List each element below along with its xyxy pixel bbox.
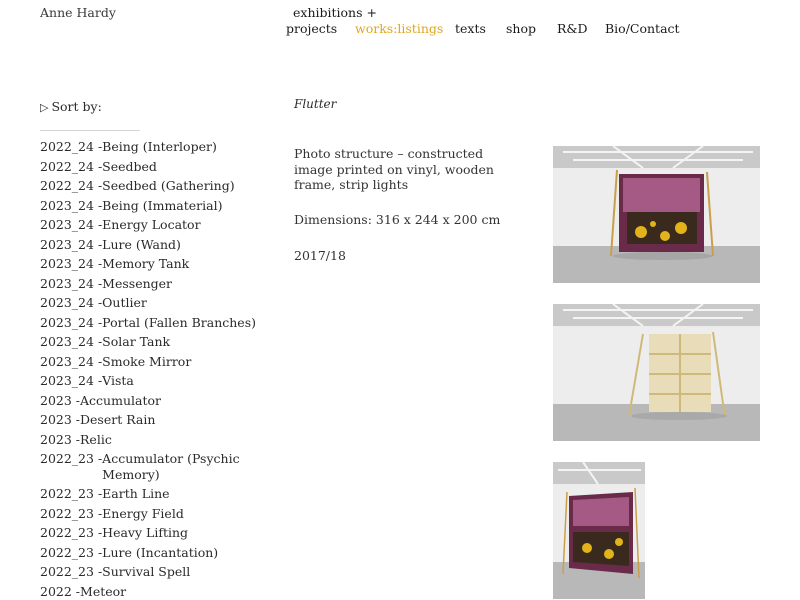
work-item-year: 2022_23 - [40, 505, 103, 521]
work-item-year: 2022_23 - [40, 564, 103, 579]
work-year: 2017/18 [294, 248, 346, 263]
works-list-item[interactable]: 2023_24 - Messenger [40, 276, 270, 292]
work-item-title: Energy Locator [102, 217, 201, 232]
artwork-photo-rear[interactable] [553, 304, 760, 441]
work-item-title: Desert Rain [80, 412, 156, 427]
work-item-year: 2023_24 - [40, 217, 103, 232]
works-list-item[interactable]: 2023_24 - Portal (Fallen Branches) [40, 315, 270, 331]
works-list-item[interactable]: 2023 - Desert Rain [40, 412, 270, 428]
divider [40, 130, 140, 131]
work-item-year: 2022_23 - [40, 544, 103, 560]
works-list-item[interactable]: 2023_24 - Memory Tank [40, 256, 270, 272]
work-item-title: Vista [102, 373, 134, 388]
nav-item-projects[interactable]: projects [286, 21, 337, 36]
work-item-title: Relic [80, 431, 112, 447]
work-dimensions: Dimensions: 316 x 244 x 200 cm [294, 212, 501, 227]
work-item-title: Outlier [102, 295, 147, 310]
works-list-item[interactable]: 2022_23 - Earth Line [40, 486, 270, 502]
work-item-year: 2023_24 - [40, 314, 103, 330]
work-title: Flutter [294, 97, 337, 111]
sort-toggle[interactable]: ▷ Sort by: [40, 99, 102, 114]
works-list-item[interactable]: 2023_24 - Solar Tank [40, 334, 270, 350]
gallery-photo-image [553, 462, 645, 599]
triangle-right-icon: ▷ [40, 101, 49, 114]
work-item-year: 2023_24 - [40, 275, 103, 291]
work-item-year: 2022_23 - [40, 486, 103, 501]
work-item-title: Lure (Wand) [102, 236, 181, 252]
work-item-title: Solar Tank [102, 334, 171, 349]
work-item-title: Heavy Lifting [102, 525, 189, 540]
works-list-item[interactable]: 2022_24 - Being (Interloper) [40, 139, 270, 155]
work-item-title: Smoke Mirror [102, 353, 192, 369]
nav-item-works-listings[interactable]: works:listings [355, 21, 443, 36]
work-item-title: Lure (Incantation) [102, 544, 219, 560]
work-item-year: 2023_24 - [40, 236, 103, 252]
work-item-year: 2023_24 - [40, 256, 103, 271]
work-item-title: Survival Spell [102, 564, 191, 579]
works-list: 2022_24 - Being (Interloper) 2022_24 - Seed… [40, 139, 270, 600]
work-item-title: Messenger [102, 275, 173, 291]
work-item-title: Seedbed [102, 158, 157, 174]
artwork-photo-front[interactable] [553, 146, 760, 283]
work-item-year: 2023_24 - [40, 197, 103, 213]
work-item-year: 2022_24 - [40, 158, 103, 174]
nav-item-r-and-d[interactable]: R&D [557, 21, 588, 36]
works-list-item[interactable]: 2022_23 - Survival Spell [40, 564, 270, 580]
work-item-title: Seedbed (Gathering) [102, 178, 235, 193]
works-list-item[interactable]: 2023_24 - Being (Immaterial) [40, 198, 270, 214]
work-item-title: Energy Field [102, 505, 184, 521]
works-list-item[interactable]: 2023_24 - Outlier [40, 295, 270, 311]
work-item-year: 2023 - [40, 412, 81, 427]
gallery-photo-image [553, 304, 760, 441]
work-item-year: 2022_24 - [40, 139, 103, 154]
nav-exhibitions[interactable]: exhibitions + [293, 5, 377, 20]
work-item-year: 2022 - [40, 583, 81, 599]
works-list-item[interactable]: 2023 - Relic [40, 432, 270, 448]
works-list-item[interactable]: 2022 - Meteor [40, 584, 270, 600]
work-description: Photo structure – constructed image prin… [294, 146, 494, 192]
work-item-year: 2023_24 - [40, 373, 103, 388]
works-list-item[interactable]: 2022_23 - Accumulator (Psychic Memory) [40, 451, 270, 482]
works-list-item[interactable]: 2022_23 - Lure (Incantation) [40, 545, 270, 561]
works-list-item[interactable]: 2022_23 - Energy Field [40, 506, 270, 522]
nav-item-texts[interactable]: texts [455, 21, 486, 36]
work-item-title: Earth Line [102, 486, 170, 501]
sort-label: Sort by: [51, 99, 102, 114]
work-item-title: Accumulator [80, 392, 161, 408]
work-item-title: Accumulator (Psychic Memory) [102, 451, 240, 482]
works-list-item[interactable]: 2023_24 - Vista [40, 373, 270, 389]
work-item-year: 2022_23 - [40, 525, 103, 540]
work-item-title: Being (Immaterial) [102, 197, 223, 213]
works-list-item[interactable]: 2023_24 - Smoke Mirror [40, 354, 270, 370]
work-item-title: Being (Interloper) [102, 139, 217, 154]
gallery-photo-image [553, 146, 760, 283]
site-title[interactable]: Anne Hardy [40, 5, 116, 20]
works-list-item[interactable]: 2023 - Accumulator [40, 393, 270, 409]
work-item-year: 2023_24 - [40, 334, 103, 349]
work-item-year: 2023_24 - [40, 295, 103, 310]
work-item-title: Meteor [80, 583, 127, 599]
works-list-item[interactable]: 2023_24 - Energy Locator [40, 217, 270, 233]
works-list-item[interactable]: 2022_24 - Seedbed (Gathering) [40, 178, 270, 194]
work-item-year: 2022_24 - [40, 178, 103, 193]
nav-item-shop[interactable]: shop [506, 21, 536, 36]
main-nav: projects works:listings texts shop R&D B… [286, 21, 766, 37]
artwork-photo-side[interactable] [553, 462, 645, 599]
works-list-item[interactable]: 2022_23 - Heavy Lifting [40, 525, 270, 541]
work-item-title: Portal (Fallen Branches) [102, 314, 256, 330]
work-item-year: 2023_24 - [40, 353, 103, 369]
nav-item-bio-contact[interactable]: Bio/Contact [605, 21, 680, 36]
works-list-item[interactable]: 2022_24 - Seedbed [40, 159, 270, 175]
work-item-title: Memory Tank [102, 256, 190, 271]
work-item-year: 2022_23 - [40, 451, 103, 466]
work-item-year: 2023 - [40, 392, 81, 408]
work-item-year: 2023 - [40, 431, 81, 447]
works-list-item[interactable]: 2023_24 - Lure (Wand) [40, 237, 270, 253]
